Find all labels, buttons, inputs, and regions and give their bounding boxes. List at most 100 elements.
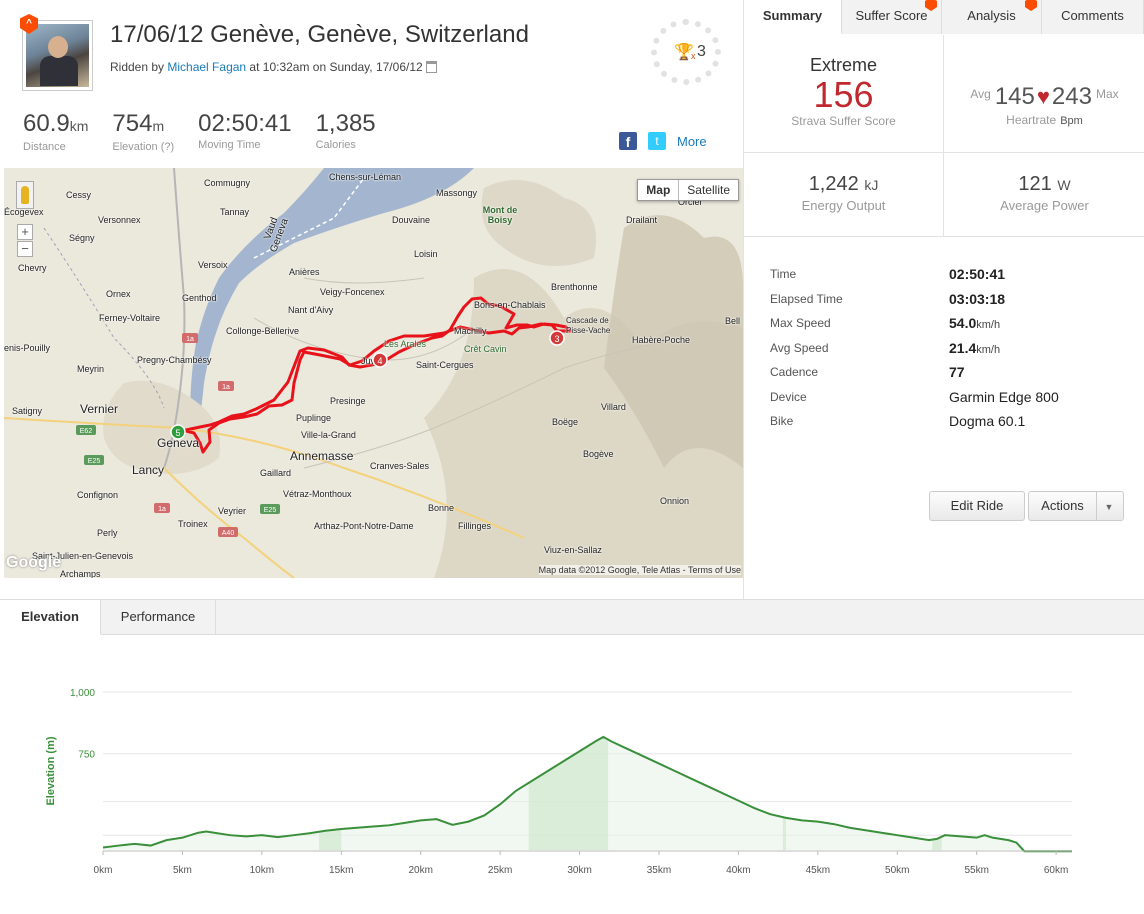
detail-row-cadence: Cadence 77 — [770, 360, 1130, 385]
suffer-rating: Extreme — [809, 55, 878, 75]
calendar-icon[interactable] — [425, 61, 437, 73]
power-label: Average Power — [1000, 198, 1089, 213]
twitter-icon[interactable]: t — [648, 132, 666, 150]
ride-time: at 10:32am on Sunday, 17/06/12 — [246, 60, 423, 74]
facebook-icon[interactable]: f — [619, 132, 637, 150]
map-label: Bogève — [583, 449, 614, 459]
detail-row-bike: Bike Dogma 60.1 — [770, 409, 1130, 434]
map-label: Massongy — [436, 188, 478, 198]
x-tick-label: 55km — [964, 865, 988, 876]
map-label: Juv — [361, 356, 376, 366]
stat-label[interactable]: Elevation (?) — [112, 141, 174, 153]
chevron-down-icon[interactable]: ▼ — [1097, 493, 1121, 521]
tab-label: Summary — [762, 8, 823, 23]
zoom-out-button[interactable]: − — [17, 241, 33, 257]
edit-ride-button[interactable]: Edit Ride — [929, 491, 1025, 521]
tab-performance[interactable]: Performance — [101, 600, 216, 635]
detail-value: 54.0 — [949, 315, 977, 332]
x-tick-label: 30km — [567, 865, 591, 876]
actions-dropdown[interactable]: Actions ▼ — [1028, 491, 1124, 521]
achievements-badge[interactable]: 🏆 x 3 — [651, 19, 721, 85]
detail-unit: km/h — [976, 343, 1001, 356]
map-label: Perly — [97, 528, 118, 538]
energy-unit: kJ — [864, 177, 879, 193]
map-type-control: Map Satellite — [637, 179, 739, 201]
map-label: Crêt Cavin — [464, 344, 507, 354]
stat-value: 60.9 — [23, 110, 70, 137]
detail-value: 21.4 — [949, 339, 977, 356]
ride-title: 17/06/12 Genève, Genève, Switzerland — [110, 21, 529, 48]
suffer-score-box[interactable]: Extreme 156 Strava Suffer Score — [744, 35, 944, 153]
map-label: Ferney-Voltaire — [99, 313, 161, 323]
map-label: Vétraz-Monthoux — [283, 489, 352, 499]
y-tick-label: 750 — [78, 750, 95, 761]
stat-elevation: 754m Elevation (?) — [112, 110, 174, 154]
map-label: Loisin — [414, 249, 438, 259]
detail-value: 03:03:18 — [949, 290, 1006, 307]
suffer-score-label: Strava Suffer Score — [791, 114, 896, 128]
strava-badge-icon — [1025, 0, 1037, 11]
tab-comments[interactable]: Comments — [1042, 0, 1144, 34]
stat-label: Calories — [315, 139, 356, 151]
tab-elevation[interactable]: Elevation — [0, 600, 101, 635]
map-label: Cessy — [66, 190, 92, 200]
trophy-multiplier: x — [691, 51, 696, 61]
stat-label: Moving Time — [198, 139, 261, 151]
detail-key: Cadence — [770, 365, 819, 380]
ridden-by-prefix: Ridden by — [110, 60, 168, 74]
map-label: Versonnex — [98, 215, 141, 225]
map-label: Archamps — [60, 569, 101, 578]
stat-distance: 60.9km Distance — [23, 110, 88, 154]
stat-value: 1,385 — [315, 110, 376, 137]
actions-label: Actions — [1029, 492, 1097, 520]
map-label: Bell — [725, 316, 741, 326]
detail-unit: km/h — [976, 319, 1001, 332]
map-label: Versoix — [198, 260, 228, 270]
street-view-pegman-icon[interactable] — [16, 181, 34, 209]
stat-moving-time: 02:50:41 Moving Time — [198, 111, 291, 153]
map-label: Bonne — [428, 503, 455, 513]
hr-label: Heartrate — [1006, 113, 1057, 127]
tab-analysis[interactable]: Analysis — [942, 0, 1042, 34]
map-label: Genthod — [182, 293, 217, 303]
share-more-link[interactable]: More — [677, 134, 707, 149]
route-map[interactable]: Chens-sur-Léman Massongy Commugny Cessy … — [4, 168, 743, 578]
detail-key: Avg Speed — [770, 340, 829, 355]
power-value: 121 — [1018, 173, 1052, 195]
map-type-satellite-button[interactable]: Satellite — [679, 180, 738, 200]
map-label: Habère-Poche — [632, 335, 691, 345]
map-label: Collonge-Bellerive — [226, 326, 300, 336]
zoom-in-button[interactable]: + — [17, 224, 33, 240]
stat-value: 754 — [112, 110, 153, 137]
detail-row-device: Device Garmin Edge 800 — [770, 385, 1130, 410]
y-axis-title: Elevation (m) — [45, 736, 57, 805]
y-tick-label: 1,000 — [70, 688, 95, 699]
hr-max-value: 243 — [1051, 83, 1092, 110]
hr-max-label: Max — [1095, 87, 1119, 101]
power-unit: W — [1057, 177, 1071, 193]
share-links: f t More — [619, 132, 707, 150]
map-label: Machilly — [454, 326, 487, 336]
x-tick-label: 0km — [94, 865, 113, 876]
trophy-count: 3 — [697, 43, 706, 60]
tab-summary[interactable]: Summary — [744, 0, 842, 34]
x-tick-label: 45km — [806, 865, 830, 876]
map-type-map-button[interactable]: Map — [638, 180, 680, 200]
energy-label: Energy Output — [801, 198, 886, 213]
tab-suffer-score[interactable]: Suffer Score — [842, 0, 942, 34]
map-label: Anières — [289, 267, 320, 277]
detail-value: 02:50:41 — [949, 266, 1006, 283]
x-tick-label: 5km — [173, 865, 192, 876]
map-credit[interactable]: Map data ©2012 Google, Tele Atlas - Term… — [538, 565, 741, 575]
map-label: Commugny — [204, 178, 251, 188]
map-label: Troinex — [178, 519, 208, 529]
avatar-photo — [26, 24, 89, 87]
map-label: Cascade de Pisse-Vache — [566, 316, 611, 335]
detail-value: Garmin Edge 800 — [949, 388, 1059, 405]
athlete-link[interactable]: Michael Fagan — [167, 60, 246, 74]
detail-value[interactable]: Dogma 60.1 — [949, 413, 1025, 429]
elevation-chart[interactable]: 1,000 750 Elevation (m) 0km 5km 10km 15km 20km 2… — [0, 636, 1144, 914]
map-label: Villard — [601, 402, 626, 412]
energy-value: 1,242 — [808, 173, 859, 195]
map-label: Gaillard — [260, 468, 292, 478]
